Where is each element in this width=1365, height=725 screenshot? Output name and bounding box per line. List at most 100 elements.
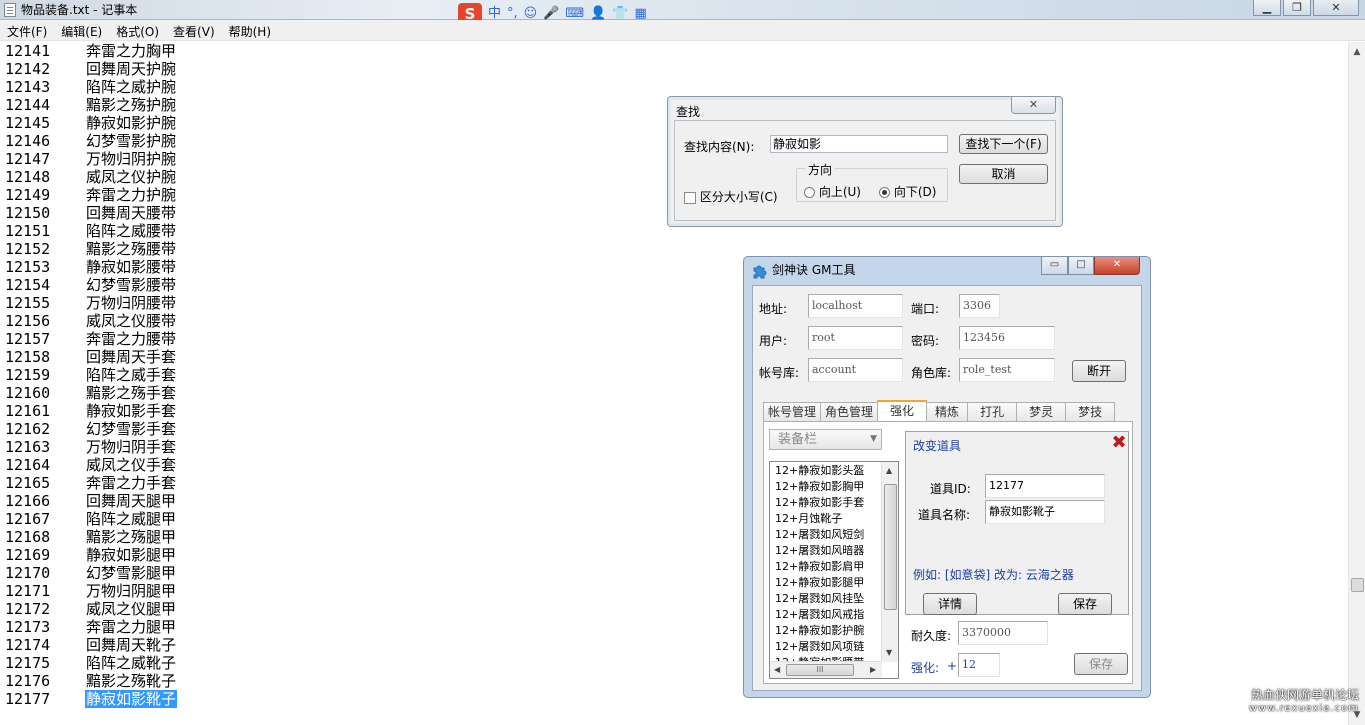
- change-save-button[interactable]: 保存: [1058, 593, 1112, 615]
- scroll-down-icon[interactable]: ▼: [886, 648, 892, 657]
- checkbox-icon: [684, 191, 696, 204]
- scroll-up-icon[interactable]: ▲: [1352, 47, 1362, 57]
- puzzle-icon: [753, 265, 767, 279]
- line-id: 12144: [5, 96, 51, 114]
- find-close-button[interactable]: ✕: [1011, 97, 1056, 114]
- list-item[interactable]: 12+静寂如影胸甲: [770, 479, 882, 495]
- direction-down-radio[interactable]: 向下(D): [879, 183, 936, 200]
- menu-format[interactable]: 格式(O): [109, 20, 166, 40]
- list-item[interactable]: 12+屠戮如风项链: [770, 639, 882, 655]
- line-id: 12171: [5, 582, 51, 600]
- item-id-field[interactable]: 12177: [985, 474, 1105, 498]
- line-name: 万物归阴腿甲: [86, 582, 177, 600]
- close-icon: ✕: [1331, 1, 1341, 14]
- minimize-button[interactable]: ▁: [1253, 0, 1281, 16]
- gm-window-controls: ▭ □ ✕: [1041, 257, 1140, 275]
- list-item[interactable]: 12+屠戮如风戒指: [770, 607, 882, 623]
- list-item[interactable]: 12+屠戮如风暗器: [770, 543, 882, 559]
- list-item[interactable]: 12+静寂如影护腕: [770, 623, 882, 639]
- tab-account[interactable]: 帐号管理: [763, 402, 822, 422]
- selected-text: 静寂如影靴子: [85, 690, 178, 708]
- line-id: 12147: [5, 150, 51, 168]
- list-hscroll-thumb[interactable]: III: [786, 664, 854, 676]
- tab-dream-skill[interactable]: 梦技: [1065, 402, 1116, 422]
- change-item-title: 改变道具: [913, 439, 962, 453]
- account-db-field[interactable]: account: [808, 358, 903, 382]
- gm-title: 剑神诀 GM工具: [772, 263, 856, 277]
- gm-tool-window: 剑神诀 GM工具 ▭ □ ✕ 地址: localhost 端口: 3306 用户…: [743, 256, 1151, 698]
- close-icon[interactable]: ✖: [1110, 434, 1128, 452]
- tab-role[interactable]: 角色管理: [820, 402, 879, 422]
- menu-view[interactable]: 查看(V): [166, 20, 222, 40]
- line-name: 万物归阴护腕: [86, 150, 177, 168]
- list-item[interactable]: 12+月蚀靴子: [770, 511, 882, 527]
- line-name: 静寂如影腿甲: [86, 546, 177, 564]
- tab-refine[interactable]: 精炼: [926, 402, 969, 422]
- gm-close-button[interactable]: ✕: [1094, 257, 1140, 275]
- list-item[interactable]: 12+静寂如影肩甲: [770, 559, 882, 575]
- disconnect-button[interactable]: 断开: [1072, 360, 1126, 382]
- text-line: 12142 回舞周天护腕: [0, 60, 1348, 78]
- equipment-list[interactable]: 12+静寂如影头盔 12+静寂如影胸甲 12+静寂如影手套 12+月蚀靴子 12+屠戮如…: [769, 461, 899, 679]
- direction-up-radio[interactable]: 向上(U): [804, 183, 861, 200]
- title-bar: 物品装备.txt - 记事本 S 中 °, ☺ 🎤 ⌨ 👤 👕 ▦ ▁ ❐ ✕: [0, 0, 1365, 25]
- tab-socket[interactable]: 打孔: [967, 402, 1018, 422]
- text-line: 12143 陷阵之威护腕: [0, 78, 1348, 96]
- list-item[interactable]: 12+静寂如影头盔: [770, 463, 882, 479]
- watermark-line1: 热血侠网游单机论坛: [1250, 688, 1359, 702]
- line-name: 静寂如影护腕: [86, 114, 177, 132]
- list-item[interactable]: 12+静寂如影腿甲: [770, 575, 882, 591]
- role-db-label: 角色库:: [911, 366, 952, 380]
- find-cancel-button[interactable]: 取消: [959, 164, 1048, 184]
- line-name: 奔雷之力腿甲: [86, 618, 177, 636]
- gm-minimize-button[interactable]: ▭: [1041, 257, 1068, 275]
- details-button[interactable]: 详情: [923, 593, 977, 615]
- line-id: 12154: [5, 276, 51, 294]
- maximize-button[interactable]: ❐: [1283, 0, 1311, 16]
- item-name-label: 道具名称:: [918, 508, 971, 522]
- line-name: 黯影之殇腰带: [86, 240, 177, 258]
- slot-select[interactable]: 装备栏 ▼: [769, 429, 882, 450]
- editor-scrollbar[interactable]: ▲ ▼: [1348, 42, 1365, 725]
- find-input[interactable]: 静寂如影: [770, 135, 948, 153]
- line-id: 12169: [5, 546, 51, 564]
- scroll-up-icon[interactable]: ▲: [886, 466, 892, 475]
- port-field[interactable]: 3306: [959, 294, 1000, 318]
- tab-enhance[interactable]: 强化: [877, 400, 928, 422]
- port-label: 端口:: [911, 302, 940, 316]
- password-field[interactable]: 123456: [959, 326, 1055, 350]
- match-case-checkbox[interactable]: 区分大小写(C): [684, 188, 778, 205]
- list-hscroll[interactable]: ◀ III ▶: [770, 661, 882, 678]
- scroll-left-icon[interactable]: ◀: [774, 665, 780, 674]
- line-name: 陷阵之威腿甲: [86, 510, 177, 528]
- list-scroll-thumb[interactable]: [884, 484, 897, 610]
- address-field[interactable]: localhost: [808, 294, 903, 318]
- line-id: 12170: [5, 564, 51, 582]
- menu-edit[interactable]: 编辑(E): [54, 20, 109, 40]
- radio-checked-icon: [879, 187, 890, 198]
- line-name: 陷阵之威护腕: [86, 78, 177, 96]
- line-name: 威凤之仪手套: [86, 456, 177, 474]
- line-id: 12163: [5, 438, 51, 456]
- close-button[interactable]: ✕: [1313, 0, 1359, 16]
- find-next-button[interactable]: 查找下一个(F): [959, 134, 1048, 154]
- user-field[interactable]: root: [808, 326, 903, 350]
- scroll-thumb[interactable]: [1351, 578, 1364, 592]
- role-db-field[interactable]: role_test: [959, 358, 1055, 382]
- line-name: 幻梦雪影腰带: [86, 276, 177, 294]
- list-item[interactable]: 12+屠戮如风短剑: [770, 527, 882, 543]
- gm-maximize-button[interactable]: □: [1068, 257, 1094, 275]
- list-vscroll[interactable]: ▲ ▼: [881, 462, 898, 662]
- scroll-right-icon[interactable]: ▶: [870, 665, 876, 674]
- line-id: 12159: [5, 366, 51, 384]
- enhance-tab-page: 装备栏 ▼ 12+静寂如影头盔 12+静寂如影胸甲 12+静寂如影手套 12+月蚀靴子 1…: [763, 421, 1133, 684]
- tab-dream-spirit[interactable]: 梦灵: [1016, 402, 1067, 422]
- list-item[interactable]: 12+静寂如影手套: [770, 495, 882, 511]
- menu-file[interactable]: 文件(F): [0, 20, 54, 40]
- enhance-save-button[interactable]: 保存: [1074, 653, 1128, 675]
- menu-help[interactable]: 帮助(H): [222, 20, 278, 40]
- enhance-field[interactable]: 12: [958, 653, 1000, 677]
- list-item[interactable]: 12+屠戮如风挂坠: [770, 591, 882, 607]
- durability-field[interactable]: 3370000: [958, 621, 1048, 645]
- item-name-field[interactable]: 静寂如影靴子: [985, 500, 1105, 524]
